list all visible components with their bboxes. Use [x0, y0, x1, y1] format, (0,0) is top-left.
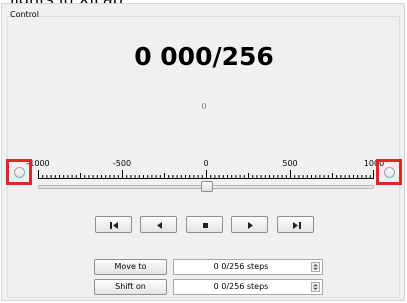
scale-ruler: [38, 170, 374, 179]
shift-on-spin-arrows[interactable]: [311, 282, 320, 292]
position-display: 0 000/256: [134, 42, 274, 71]
shift-on-spinbox[interactable]: 0 0/256 steps: [173, 279, 323, 295]
group-title: Control: [10, 10, 39, 19]
move-to-spinbox[interactable]: 0 0/256 steps: [173, 259, 323, 275]
encoder-display: 0: [201, 102, 207, 111]
move-to-button[interactable]: Move to: [94, 259, 167, 275]
stop-button[interactable]: [186, 216, 223, 233]
skip-to-end-icon: [293, 222, 301, 229]
play-left-icon: [157, 222, 162, 229]
control-panel: Control 0 000/256 0 -1000 -500 0 500 100…: [1, 3, 405, 301]
skip-to-start-icon: [110, 222, 118, 229]
move-to-spin-arrows[interactable]: [311, 262, 320, 272]
spin-arrows-icon: [313, 284, 318, 290]
last-position-button[interactable]: [277, 216, 314, 233]
stop-icon: [203, 223, 208, 228]
shift-on-button[interactable]: Shift on: [94, 279, 167, 295]
scale-label-zero: 0: [203, 159, 209, 168]
first-position-button[interactable]: [95, 216, 132, 233]
play-right-icon: [248, 222, 253, 229]
shift-on-value[interactable]: 0 0/256 steps: [174, 280, 308, 294]
move-to-value[interactable]: 0 0/256 steps: [174, 260, 308, 274]
right-limit-indicator[interactable]: [384, 167, 395, 178]
scale-label-neg-half: -500: [112, 159, 132, 168]
move-right-button[interactable]: [231, 216, 268, 233]
scale-label-pos-half: 500: [282, 159, 298, 168]
position-slider-thumb[interactable]: [201, 181, 213, 192]
left-limit-indicator[interactable]: [14, 167, 25, 178]
spin-arrows-icon: [313, 264, 318, 270]
move-left-button[interactable]: [140, 216, 177, 233]
